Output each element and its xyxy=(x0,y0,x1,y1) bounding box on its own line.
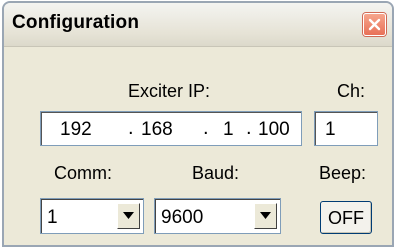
baud-select[interactable]: 9600 xyxy=(154,198,281,234)
chevron-down-icon xyxy=(260,212,271,219)
configuration-window: Configuration Exciter IP: Ch: 192 . 168 … xyxy=(2,1,394,247)
comm-select[interactable]: 1 xyxy=(40,198,144,234)
beep-label: Beep: xyxy=(319,163,367,183)
exciter-ip-label: Exciter IP: xyxy=(128,81,211,101)
comm-dropdown-button[interactable] xyxy=(117,203,140,229)
ip-octet-2[interactable]: 168 xyxy=(141,119,173,141)
close-button[interactable] xyxy=(363,13,386,36)
ip-octet-3[interactable]: 1 xyxy=(223,119,234,141)
comm-value: 1 xyxy=(47,207,58,228)
title-bar[interactable]: Configuration xyxy=(4,3,392,47)
ip-separator: . xyxy=(246,117,252,139)
channel-label: Ch: xyxy=(337,81,366,101)
chevron-down-icon xyxy=(123,212,134,219)
ip-separator: . xyxy=(203,117,209,139)
ip-octet-4[interactable]: 100 xyxy=(258,119,290,141)
beep-toggle-button[interactable]: OFF xyxy=(320,201,372,234)
ip-separator: . xyxy=(128,117,134,139)
baud-label: Baud: xyxy=(192,163,240,183)
close-icon xyxy=(368,18,381,31)
window-title: Configuration xyxy=(12,12,140,33)
channel-field[interactable]: 1 xyxy=(314,111,378,146)
baud-dropdown-button[interactable] xyxy=(254,203,277,229)
ip-octet-1[interactable]: 192 xyxy=(60,119,92,141)
baud-value: 9600 xyxy=(161,207,204,228)
channel-value: 1 xyxy=(325,119,336,140)
comm-label: Comm: xyxy=(54,163,112,183)
exciter-ip-field[interactable]: 192 . 168 . 1 . 100 xyxy=(40,111,302,146)
